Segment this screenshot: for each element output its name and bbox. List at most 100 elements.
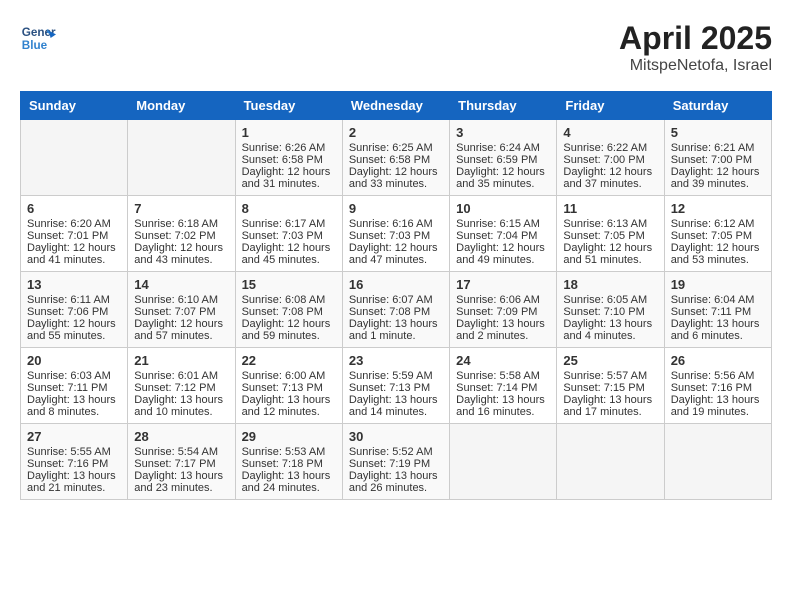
sunset-text: Sunset: 7:18 PM	[242, 458, 336, 470]
calendar-cell: 2Sunrise: 6:25 AMSunset: 6:58 PMDaylight…	[342, 120, 449, 196]
sunset-text: Sunset: 7:12 PM	[134, 382, 228, 394]
daylight-text: Daylight: 13 hours and 24 minutes.	[242, 470, 336, 494]
logo: General Blue	[20, 20, 60, 56]
daylight-text: Daylight: 13 hours and 8 minutes.	[27, 394, 121, 418]
sunset-text: Sunset: 7:10 PM	[563, 306, 657, 318]
day-number: 12	[671, 201, 765, 216]
sunrise-text: Sunrise: 6:00 AM	[242, 370, 336, 382]
sunrise-text: Sunrise: 6:22 AM	[563, 142, 657, 154]
daylight-text: Daylight: 13 hours and 4 minutes.	[563, 318, 657, 342]
daylight-text: Daylight: 12 hours and 43 minutes.	[134, 242, 228, 266]
calendar-cell: 27Sunrise: 5:55 AMSunset: 7:16 PMDayligh…	[21, 424, 128, 500]
sunrise-text: Sunrise: 6:26 AM	[242, 142, 336, 154]
sunset-text: Sunset: 7:01 PM	[27, 230, 121, 242]
calendar-cell: 1Sunrise: 6:26 AMSunset: 6:58 PMDaylight…	[235, 120, 342, 196]
header: General Blue April 2025 MitspeNetofa, Is…	[20, 20, 772, 75]
weekday-header-cell: Sunday	[21, 92, 128, 120]
calendar-cell: 26Sunrise: 5:56 AMSunset: 7:16 PMDayligh…	[664, 348, 771, 424]
sunrise-text: Sunrise: 6:16 AM	[349, 218, 443, 230]
calendar-cell: 28Sunrise: 5:54 AMSunset: 7:17 PMDayligh…	[128, 424, 235, 500]
daylight-text: Daylight: 12 hours and 55 minutes.	[27, 318, 121, 342]
daylight-text: Daylight: 12 hours and 31 minutes.	[242, 166, 336, 190]
sunrise-text: Sunrise: 6:01 AM	[134, 370, 228, 382]
daylight-text: Daylight: 13 hours and 1 minute.	[349, 318, 443, 342]
sunset-text: Sunset: 7:14 PM	[456, 382, 550, 394]
logo-icon: General Blue	[20, 20, 56, 56]
sunrise-text: Sunrise: 6:18 AM	[134, 218, 228, 230]
daylight-text: Daylight: 12 hours and 33 minutes.	[349, 166, 443, 190]
calendar-cell	[21, 120, 128, 196]
sunrise-text: Sunrise: 5:56 AM	[671, 370, 765, 382]
sunset-text: Sunset: 7:08 PM	[242, 306, 336, 318]
day-number: 28	[134, 429, 228, 444]
daylight-text: Daylight: 12 hours and 49 minutes.	[456, 242, 550, 266]
daylight-text: Daylight: 12 hours and 45 minutes.	[242, 242, 336, 266]
sunset-text: Sunset: 7:03 PM	[349, 230, 443, 242]
daylight-text: Daylight: 13 hours and 6 minutes.	[671, 318, 765, 342]
calendar-week-row: 6Sunrise: 6:20 AMSunset: 7:01 PMDaylight…	[21, 196, 772, 272]
calendar-cell: 25Sunrise: 5:57 AMSunset: 7:15 PMDayligh…	[557, 348, 664, 424]
sunrise-text: Sunrise: 6:05 AM	[563, 294, 657, 306]
calendar-cell: 19Sunrise: 6:04 AMSunset: 7:11 PMDayligh…	[664, 272, 771, 348]
calendar-week-row: 27Sunrise: 5:55 AMSunset: 7:16 PMDayligh…	[21, 424, 772, 500]
calendar-cell: 30Sunrise: 5:52 AMSunset: 7:19 PMDayligh…	[342, 424, 449, 500]
calendar-cell: 3Sunrise: 6:24 AMSunset: 6:59 PMDaylight…	[450, 120, 557, 196]
sunset-text: Sunset: 7:13 PM	[349, 382, 443, 394]
calendar-cell: 4Sunrise: 6:22 AMSunset: 7:00 PMDaylight…	[557, 120, 664, 196]
daylight-text: Daylight: 12 hours and 47 minutes.	[349, 242, 443, 266]
calendar-cell: 17Sunrise: 6:06 AMSunset: 7:09 PMDayligh…	[450, 272, 557, 348]
sunset-text: Sunset: 7:13 PM	[242, 382, 336, 394]
sunrise-text: Sunrise: 6:24 AM	[456, 142, 550, 154]
day-number: 9	[349, 201, 443, 216]
weekday-header: SundayMondayTuesdayWednesdayThursdayFrid…	[21, 92, 772, 120]
calendar-cell: 11Sunrise: 6:13 AMSunset: 7:05 PMDayligh…	[557, 196, 664, 272]
sunrise-text: Sunrise: 6:21 AM	[671, 142, 765, 154]
calendar-cell: 5 Sunrise: 6:21 AMSunset: 7:00 PMDaylight…	[664, 120, 771, 196]
daylight-text: Daylight: 12 hours and 41 minutes.	[27, 242, 121, 266]
day-number: 29	[242, 429, 336, 444]
day-number: 7	[134, 201, 228, 216]
calendar-cell	[664, 424, 771, 500]
sunrise-text: Sunrise: 6:11 AM	[27, 294, 121, 306]
day-number: 18	[563, 277, 657, 292]
sunset-text: Sunset: 7:00 PM	[671, 154, 765, 166]
daylight-text: Daylight: 13 hours and 16 minutes.	[456, 394, 550, 418]
sunset-text: Sunset: 6:58 PM	[349, 154, 443, 166]
daylight-text: Daylight: 12 hours and 39 minutes.	[671, 166, 765, 190]
sunrise-text: Sunrise: 5:58 AM	[456, 370, 550, 382]
day-number: 26	[671, 353, 765, 368]
weekday-header-cell: Thursday	[450, 92, 557, 120]
sunrise-text: Sunrise: 5:57 AM	[563, 370, 657, 382]
day-number: 13	[27, 277, 121, 292]
sunset-text: Sunset: 7:16 PM	[27, 458, 121, 470]
day-number: 5	[671, 125, 765, 140]
daylight-text: Daylight: 12 hours and 35 minutes.	[456, 166, 550, 190]
sunset-text: Sunset: 7:17 PM	[134, 458, 228, 470]
sunrise-text: Sunrise: 5:52 AM	[349, 446, 443, 458]
sunrise-text: Sunrise: 6:12 AM	[671, 218, 765, 230]
day-number: 20	[27, 353, 121, 368]
day-number: 22	[242, 353, 336, 368]
sunset-text: Sunset: 7:08 PM	[349, 306, 443, 318]
day-number: 11	[563, 201, 657, 216]
day-number: 3	[456, 125, 550, 140]
sunrise-text: Sunrise: 6:08 AM	[242, 294, 336, 306]
daylight-text: Daylight: 12 hours and 53 minutes.	[671, 242, 765, 266]
svg-text:Blue: Blue	[22, 39, 48, 52]
calendar-cell: 18 Sunrise: 6:05 AMSunset: 7:10 PMDayligh…	[557, 272, 664, 348]
calendar-cell: 7Sunrise: 6:18 AMSunset: 7:02 PMDaylight…	[128, 196, 235, 272]
sunrise-text: Sunrise: 6:17 AM	[242, 218, 336, 230]
daylight-text: Daylight: 12 hours and 57 minutes.	[134, 318, 228, 342]
sunset-text: Sunset: 7:00 PM	[563, 154, 657, 166]
title-area: April 2025 MitspeNetofa, Israel	[619, 20, 772, 75]
daylight-text: Daylight: 13 hours and 19 minutes.	[671, 394, 765, 418]
weekday-header-cell: Friday	[557, 92, 664, 120]
day-number: 27	[27, 429, 121, 444]
day-number: 16	[349, 277, 443, 292]
weekday-header-cell: Wednesday	[342, 92, 449, 120]
sunset-text: Sunset: 7:06 PM	[27, 306, 121, 318]
sunrise-text: Sunrise: 5:59 AM	[349, 370, 443, 382]
sunrise-text: Sunrise: 6:10 AM	[134, 294, 228, 306]
sunset-text: Sunset: 7:09 PM	[456, 306, 550, 318]
daylight-text: Daylight: 12 hours and 51 minutes.	[563, 242, 657, 266]
